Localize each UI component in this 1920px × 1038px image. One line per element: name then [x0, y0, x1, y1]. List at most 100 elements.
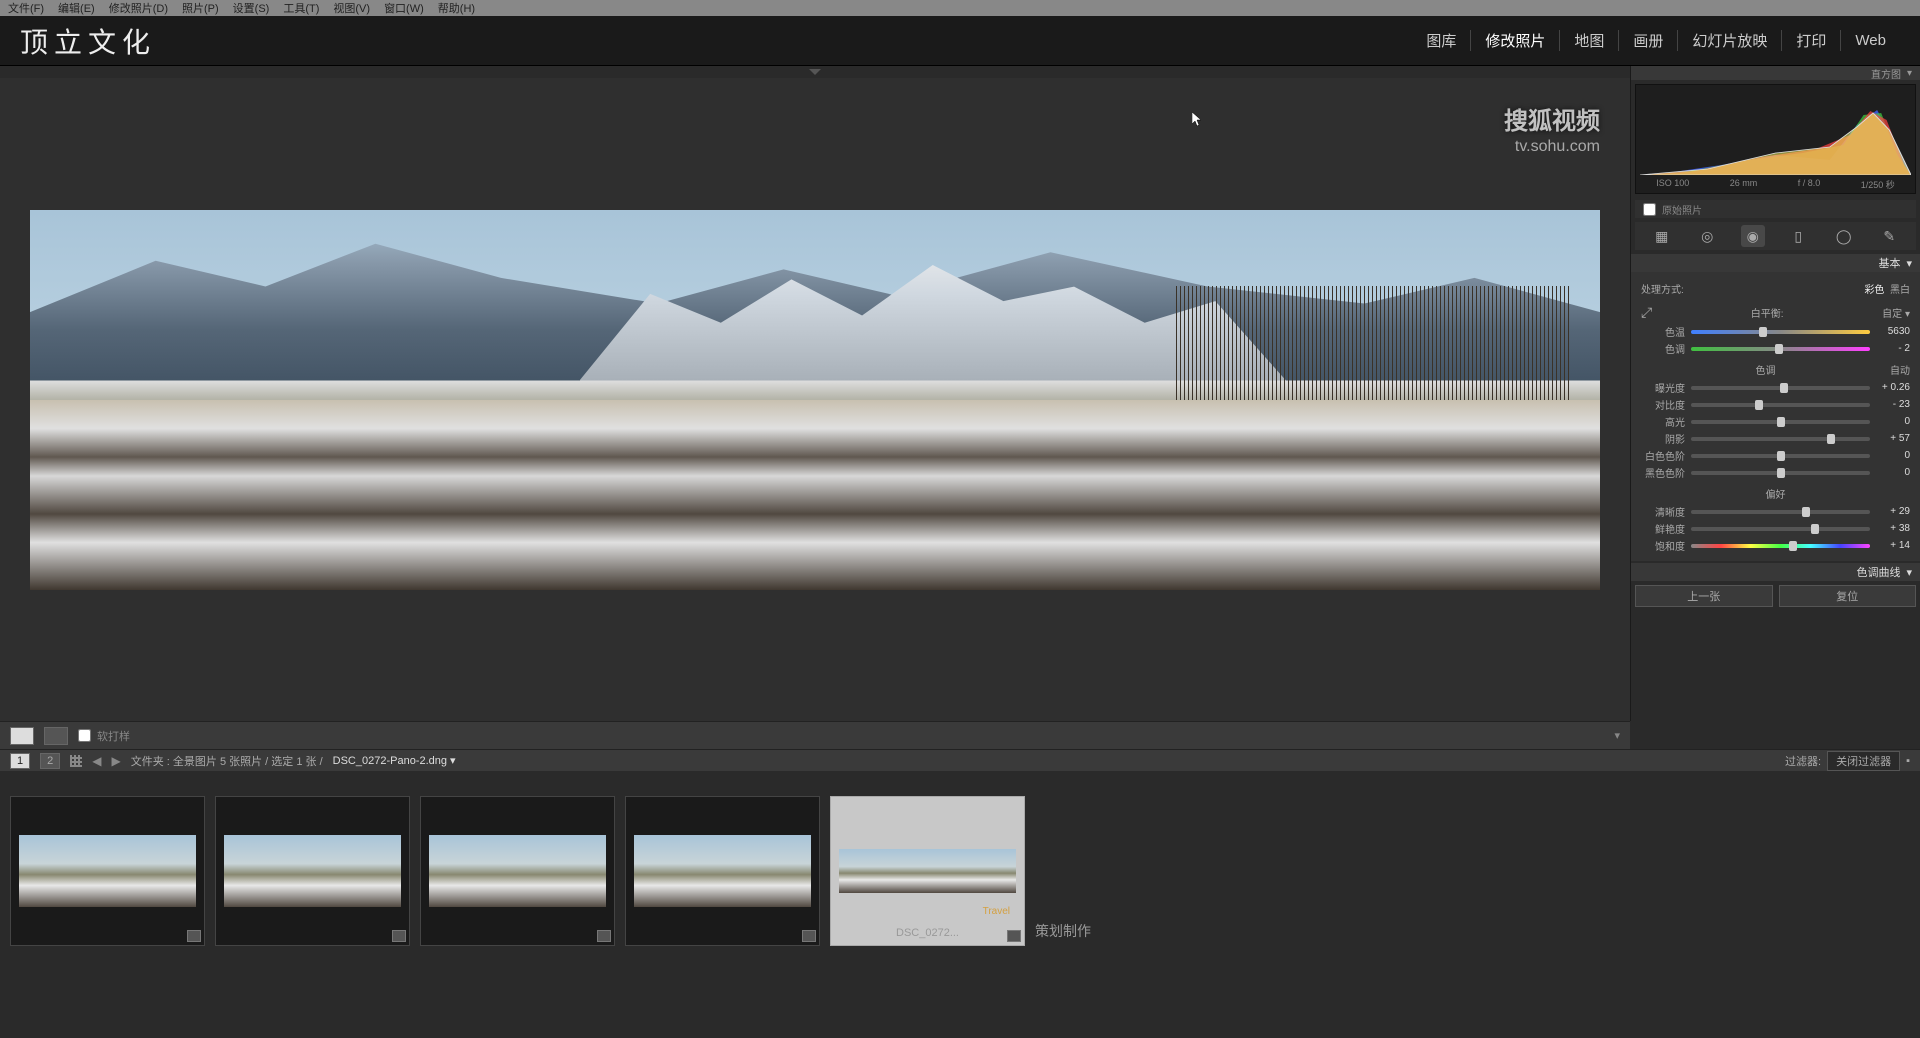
filter-lock-icon[interactable]: ▪ [1906, 755, 1910, 767]
clarity-slider[interactable] [1691, 510, 1870, 514]
filter-label: 过滤器: [1785, 753, 1821, 769]
monitor-2[interactable]: 2 [40, 753, 60, 769]
main-image[interactable] [30, 210, 1600, 590]
gradient-tool[interactable]: ▯ [1786, 225, 1810, 247]
original-checkbox[interactable] [1643, 203, 1656, 216]
exposure-label: 曝光度 [1641, 380, 1685, 395]
histogram-header[interactable]: 直方图▾ [1631, 66, 1920, 80]
saturation-slider[interactable] [1691, 544, 1870, 548]
travel-watermark: Travel [983, 906, 1010, 917]
menu-settings[interactable]: 设置(S) [233, 0, 270, 16]
redeye-tool[interactable]: ◉ [1741, 225, 1765, 247]
crop-tool[interactable]: ▦ [1650, 225, 1674, 247]
module-web[interactable]: Web [1841, 32, 1900, 49]
thumb-badge-icon [597, 930, 611, 942]
histo-iso: ISO 100 [1656, 178, 1689, 191]
basic-panel: 处理方式: 彩色 黑白 ⤢ 白平衡: 自定 ▾ 色温5630 色调- 2 色调自… [1631, 272, 1920, 561]
chevron-down-icon [809, 69, 821, 75]
contrast-value[interactable]: - 23 [1876, 399, 1910, 410]
credit-text: 策划制作 [1035, 921, 1091, 941]
menu-file[interactable]: 文件(F) [8, 0, 44, 16]
blacks-slider[interactable] [1691, 471, 1870, 475]
contrast-slider[interactable] [1691, 403, 1870, 407]
thumb-filename: DSC_0272... [831, 927, 1024, 939]
module-book[interactable]: 画册 [1619, 30, 1678, 51]
vibrance-label: 鲜艳度 [1641, 521, 1685, 536]
module-print[interactable]: 打印 [1782, 30, 1841, 51]
grid-icon[interactable] [70, 755, 82, 767]
soft-proof-checkbox[interactable] [78, 729, 91, 742]
temp-label: 色温 [1641, 324, 1685, 339]
chevron-down-icon: ▾ [1906, 566, 1912, 579]
module-library[interactable]: 图库 [1412, 30, 1471, 51]
clarity-value[interactable]: + 29 [1876, 506, 1910, 517]
highlights-slider[interactable] [1691, 420, 1870, 424]
temp-slider[interactable] [1691, 330, 1870, 334]
vibrance-slider[interactable] [1691, 527, 1870, 531]
menu-edit[interactable]: 编辑(E) [58, 0, 95, 16]
module-map[interactable]: 地图 [1560, 30, 1619, 51]
tone-header: 色调 [1756, 362, 1776, 377]
spot-tool[interactable]: ◎ [1695, 225, 1719, 247]
nav-back-icon[interactable]: ◀ [92, 754, 101, 768]
vibrance-value[interactable]: + 38 [1876, 523, 1910, 534]
whites-value[interactable]: 0 [1876, 450, 1910, 461]
saturation-label: 饱和度 [1641, 538, 1685, 553]
reset-button[interactable]: 复位 [1779, 585, 1917, 607]
filmstrip-thumb[interactable] [420, 796, 615, 946]
auto-tone-button[interactable]: 自动 [1890, 362, 1910, 377]
compare-view-button[interactable] [44, 727, 68, 745]
menu-window[interactable]: 窗口(W) [384, 0, 424, 16]
filmstrip-thumb[interactable] [625, 796, 820, 946]
canvas-toolbar: 软打样 ▾ [0, 721, 1630, 749]
monitor-1[interactable]: 1 [10, 753, 30, 769]
basic-header[interactable]: 基本▾ [1631, 254, 1920, 272]
histogram[interactable]: ISO 100 26 mm f / 8.0 1/250 秒 [1635, 84, 1916, 194]
filmstrip-thumb-selected[interactable]: Travel DSC_0272... [830, 796, 1025, 946]
radial-tool[interactable]: ◯ [1832, 225, 1856, 247]
blacks-value[interactable]: 0 [1876, 467, 1910, 478]
filmstrip-thumb[interactable] [10, 796, 205, 946]
process-bw[interactable]: 黑白 [1890, 285, 1910, 296]
saturation-value[interactable]: + 14 [1876, 540, 1910, 551]
whites-label: 白色色阶 [1641, 448, 1685, 463]
soft-proof-label: 软打样 [97, 728, 130, 744]
wb-label: 白平衡: [1751, 305, 1784, 320]
current-filename[interactable]: DSC_0272-Pano-2.dng ▾ [333, 754, 456, 767]
exposure-slider[interactable] [1691, 386, 1870, 390]
process-label: 处理方式: [1641, 281, 1684, 296]
nav-forward-icon[interactable]: ▶ [111, 754, 120, 768]
process-color[interactable]: 彩色 [1864, 285, 1884, 296]
menu-tools[interactable]: 工具(T) [283, 0, 319, 16]
tint-value[interactable]: - 2 [1876, 343, 1910, 354]
info-bar: 1 2 ◀ ▶ 文件夹 : 全景图片 5 张照片 / 选定 1 张 / DSC_… [0, 749, 1920, 771]
toolbar-dropdown[interactable]: ▾ [1614, 729, 1620, 742]
module-slideshow[interactable]: 幻灯片放映 [1678, 30, 1782, 51]
filmstrip-thumb[interactable] [215, 796, 410, 946]
exposure-value[interactable]: + 0.26 [1876, 382, 1910, 393]
top-panel-toggle[interactable] [0, 66, 1630, 78]
thumb-badge-icon [802, 930, 816, 942]
previous-button[interactable]: 上一张 [1635, 585, 1773, 607]
module-picker: 图库 修改照片 地图 画册 幻灯片放映 打印 Web [1412, 30, 1900, 51]
original-photo-row[interactable]: 原始照片 [1635, 200, 1916, 218]
loupe-view-button[interactable] [10, 727, 34, 745]
filter-dropdown[interactable]: 关闭过滤器 [1827, 751, 1900, 771]
brush-tool[interactable]: ✎ [1877, 225, 1901, 247]
whites-slider[interactable] [1691, 454, 1870, 458]
eyedropper-icon[interactable]: ⤢ [1641, 304, 1652, 321]
menu-develop[interactable]: 修改照片(D) [109, 0, 168, 16]
module-develop[interactable]: 修改照片 [1471, 30, 1560, 51]
wb-mode-dropdown[interactable]: 自定 ▾ [1882, 305, 1910, 320]
shadows-slider[interactable] [1691, 437, 1870, 441]
identity-logo: 顶立文化 [20, 21, 156, 61]
temp-value[interactable]: 5630 [1876, 326, 1910, 337]
tint-slider[interactable] [1691, 347, 1870, 351]
menu-help[interactable]: 帮助(H) [438, 0, 475, 16]
menu-photo[interactable]: 照片(P) [182, 0, 219, 16]
shadows-value[interactable]: + 57 [1876, 433, 1910, 444]
tone-curve-header[interactable]: 色调曲线▾ [1631, 563, 1920, 581]
blacks-label: 黑色色阶 [1641, 465, 1685, 480]
highlights-value[interactable]: 0 [1876, 416, 1910, 427]
menu-view[interactable]: 视图(V) [333, 0, 370, 16]
